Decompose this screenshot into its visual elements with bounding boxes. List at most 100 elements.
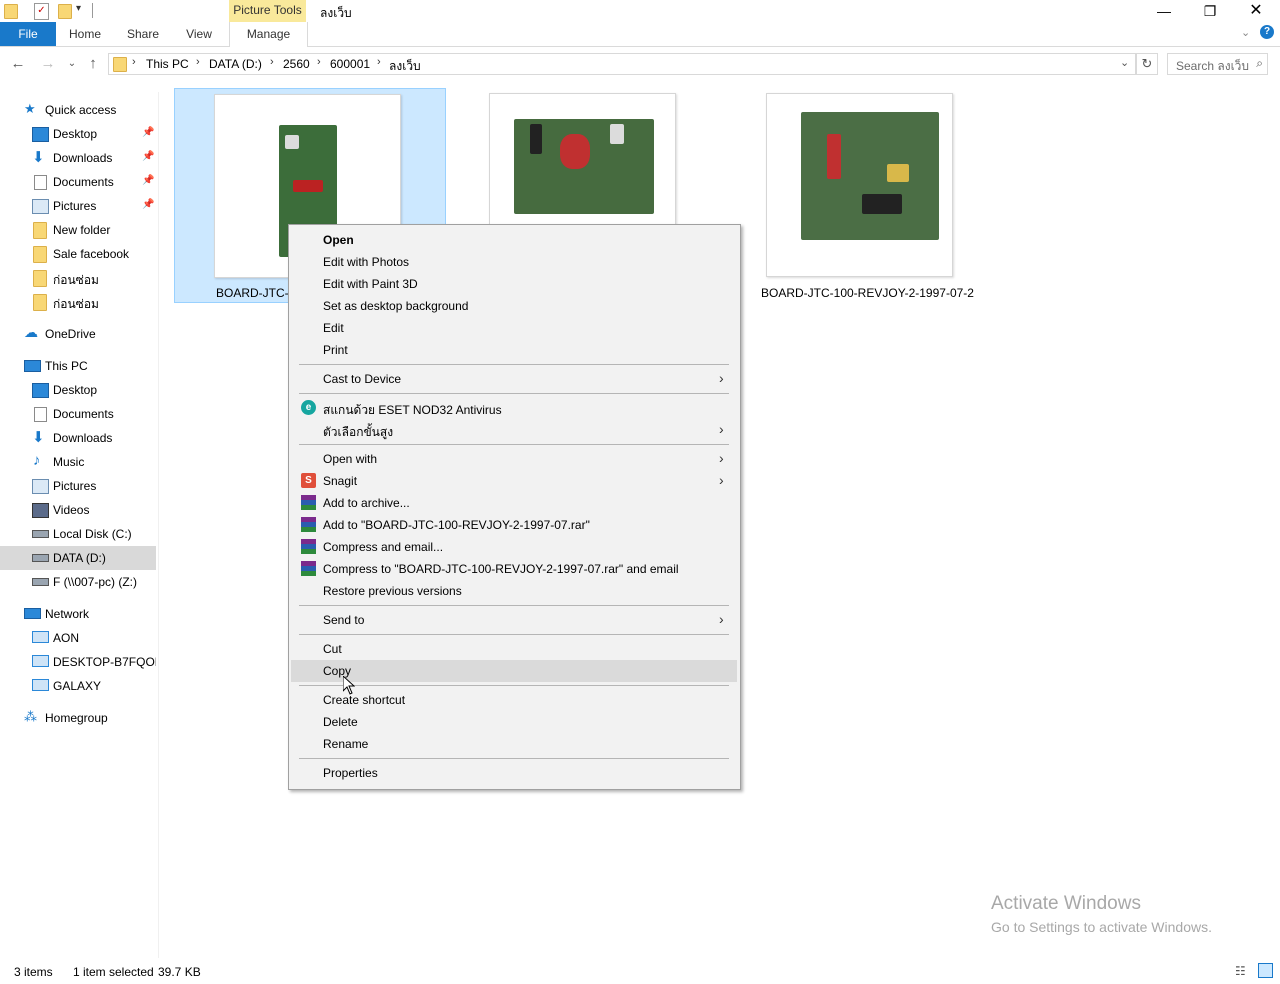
tab-home[interactable]: Home bbox=[60, 22, 110, 46]
context-menu: Open Edit with Photos Edit with Paint 3D… bbox=[288, 224, 741, 790]
sidebar-item-pc-downloads[interactable]: ⬇ Downloads bbox=[0, 426, 156, 450]
menu-item-edit-with-photos[interactable]: Edit with Photos bbox=[291, 251, 737, 273]
large-icons-view-icon[interactable] bbox=[1258, 963, 1273, 978]
menu-item-open[interactable]: Open bbox=[291, 229, 737, 251]
menu-item-compress-to-rar-and-email[interactable]: Compress to "BOARD-JTC-100-REVJOY-2-1997… bbox=[291, 558, 737, 580]
breadcrumb-2560[interactable]: 2560 bbox=[283, 57, 310, 71]
menu-item-restore-previous-versions[interactable]: Restore previous versions bbox=[291, 580, 737, 602]
menu-item-send-to[interactable]: Send to › bbox=[291, 609, 737, 631]
folder-icon bbox=[33, 270, 47, 287]
breadcrumb-separator-icon[interactable]: › bbox=[377, 56, 381, 68]
sidebar-item-network[interactable]: Network bbox=[0, 602, 156, 626]
sidebar-item-pc-videos[interactable]: Videos bbox=[0, 498, 156, 522]
menu-item-add-to-archive[interactable]: Add to archive... bbox=[291, 492, 737, 514]
address-dropdown-icon[interactable]: ⌄ bbox=[1120, 56, 1129, 69]
menu-item-open-with[interactable]: Open with › bbox=[291, 448, 737, 470]
sidebar-item-local-disk-c[interactable]: Local Disk (C:) bbox=[0, 522, 156, 546]
menu-item-label: Open bbox=[323, 233, 354, 247]
up-arrow-icon[interactable]: ↑ bbox=[83, 54, 103, 74]
menu-item-cut[interactable]: Cut bbox=[291, 638, 737, 660]
sidebar-item-galaxy[interactable]: GALAXY bbox=[0, 674, 156, 698]
menu-item-properties[interactable]: Properties bbox=[291, 762, 737, 784]
pin-icon[interactable]: 📌 bbox=[142, 175, 154, 186]
breadcrumb-600001[interactable]: 600001 bbox=[330, 57, 370, 71]
menu-item-label: Delete bbox=[323, 715, 358, 729]
sidebar-item-pc-pictures[interactable]: Pictures bbox=[0, 474, 156, 498]
sidebar-item-pc-music[interactable]: ♪ Music bbox=[0, 450, 156, 474]
sidebar-item-homegroup[interactable]: ⁂ Homegroup bbox=[0, 706, 156, 730]
sidebar-item-documents[interactable]: Documents 📌 bbox=[0, 170, 156, 194]
recent-locations-icon[interactable]: ⌄ bbox=[62, 54, 82, 74]
menu-item-label: Compress and email... bbox=[323, 540, 444, 554]
minimize-button[interactable]: — bbox=[1141, 0, 1187, 22]
back-arrow-icon[interactable]: ← bbox=[8, 54, 28, 74]
menu-separator bbox=[299, 685, 729, 686]
menu-item-compress-and-email[interactable]: Compress and email... bbox=[291, 536, 737, 558]
expand-ribbon-icon[interactable]: ⌄ bbox=[1241, 26, 1250, 39]
breadcrumb-current-folder[interactable]: ลงเว็บ bbox=[389, 57, 421, 76]
breadcrumb-separator-icon[interactable]: › bbox=[132, 56, 136, 68]
folder-icon bbox=[4, 4, 18, 19]
breadcrumb-separator-icon[interactable]: › bbox=[270, 56, 274, 68]
sidebar-item-pc-desktop[interactable]: Desktop bbox=[0, 378, 156, 402]
tab-share[interactable]: Share bbox=[118, 22, 168, 46]
cloud-icon: ☁ bbox=[24, 324, 38, 340]
sidebar-item-new-folder[interactable]: New folder bbox=[0, 218, 156, 242]
help-icon[interactable]: ? bbox=[1260, 25, 1274, 39]
pin-icon[interactable]: 📌 bbox=[142, 151, 154, 162]
tab-view[interactable]: View bbox=[176, 22, 222, 46]
menu-item-rename[interactable]: Rename bbox=[291, 733, 737, 755]
menu-item-create-shortcut[interactable]: Create shortcut bbox=[291, 689, 737, 711]
menu-item-snagit[interactable]: S Snagit › bbox=[291, 470, 737, 492]
close-button[interactable]: ✕ bbox=[1233, 0, 1279, 22]
sidebar-item-sale-facebook[interactable]: Sale facebook bbox=[0, 242, 156, 266]
search-input[interactable]: Search ลงเว็บ ⌕ bbox=[1167, 53, 1268, 75]
sidebar-item-desktop-b7fqohi[interactable]: DESKTOP-B7FQOHI bbox=[0, 650, 156, 674]
menu-item-print[interactable]: Print bbox=[291, 339, 737, 361]
sidebar-item-label: New folder bbox=[53, 223, 111, 237]
sidebar-item-pc-documents[interactable]: Documents bbox=[0, 402, 156, 426]
breadcrumb-data-drive[interactable]: DATA (D:) bbox=[209, 57, 262, 71]
sidebar-item-desktop[interactable]: Desktop 📌 bbox=[0, 122, 156, 146]
sidebar-item-before-repair-2[interactable]: ก่อนซ่อม bbox=[0, 290, 156, 314]
menu-item-advanced-options[interactable]: ตัวเลือกขั้นสูง › bbox=[291, 419, 737, 441]
menu-item-eset-scan[interactable]: e สแกนด้วย ESET NOD32 Antivirus bbox=[291, 397, 737, 419]
documents-icon bbox=[34, 175, 47, 190]
sidebar-item-aon[interactable]: AON bbox=[0, 626, 156, 650]
restore-button[interactable]: ❐ bbox=[1187, 0, 1233, 22]
search-icon: ⌕ bbox=[1256, 56, 1263, 70]
pin-icon[interactable]: 📌 bbox=[142, 127, 154, 138]
sidebar-item-onedrive[interactable]: ☁ OneDrive bbox=[0, 322, 156, 346]
breadcrumb-separator-icon[interactable]: › bbox=[196, 56, 200, 68]
sidebar-item-pictures[interactable]: Pictures 📌 bbox=[0, 194, 156, 218]
selection-size: 39.7 KB bbox=[158, 965, 201, 979]
sidebar-item-label: Pictures bbox=[53, 479, 97, 493]
sidebar-item-data-d[interactable]: DATA (D:) bbox=[0, 546, 156, 570]
menu-item-add-to-rar[interactable]: Add to "BOARD-JTC-100-REVJOY-2-1997-07.r… bbox=[291, 514, 737, 536]
file-item[interactable]: BOARD-JTC-100-REVJOY-2-1997-07-2 bbox=[761, 93, 974, 303]
menu-item-copy[interactable]: Copy bbox=[291, 660, 737, 682]
menu-item-delete[interactable]: Delete bbox=[291, 711, 737, 733]
new-folder-icon[interactable] bbox=[58, 4, 72, 19]
sidebar-item-network-drive-z[interactable]: F (\\007-pc) (Z:) bbox=[0, 570, 156, 594]
tab-file[interactable]: File bbox=[0, 22, 56, 46]
menu-item-set-desktop-background[interactable]: Set as desktop background bbox=[291, 295, 737, 317]
pin-icon[interactable]: 📌 bbox=[142, 199, 154, 210]
menu-item-cast-to-device[interactable]: Cast to Device › bbox=[291, 368, 737, 390]
details-view-icon[interactable]: ☷ bbox=[1235, 964, 1246, 978]
properties-icon[interactable]: ✓ bbox=[34, 3, 49, 20]
menu-item-edit-with-paint-3d[interactable]: Edit with Paint 3D bbox=[291, 273, 737, 295]
forward-arrow-icon[interactable]: → bbox=[38, 54, 58, 74]
address-bar[interactable]: › This PC › DATA (D:) › 2560 › 600001 › … bbox=[108, 53, 1136, 75]
sidebar-item-before-repair[interactable]: ก่อนซ่อม bbox=[0, 266, 156, 290]
breadcrumb-this-pc[interactable]: This PC bbox=[146, 57, 189, 71]
watermark-subtitle: Go to Settings to activate Windows. bbox=[991, 919, 1212, 935]
sidebar-item-quick-access[interactable]: ★ Quick access bbox=[0, 98, 156, 122]
menu-item-edit[interactable]: Edit bbox=[291, 317, 737, 339]
tab-manage[interactable]: Manage bbox=[229, 22, 308, 47]
breadcrumb-separator-icon[interactable]: › bbox=[317, 56, 321, 68]
sidebar-item-downloads[interactable]: ⬇ Downloads 📌 bbox=[0, 146, 156, 170]
sidebar-item-this-pc[interactable]: This PC bbox=[0, 354, 156, 378]
customize-quick-access-icon[interactable]: ▾ bbox=[76, 3, 81, 14]
refresh-icon[interactable]: ↻ bbox=[1136, 53, 1158, 75]
